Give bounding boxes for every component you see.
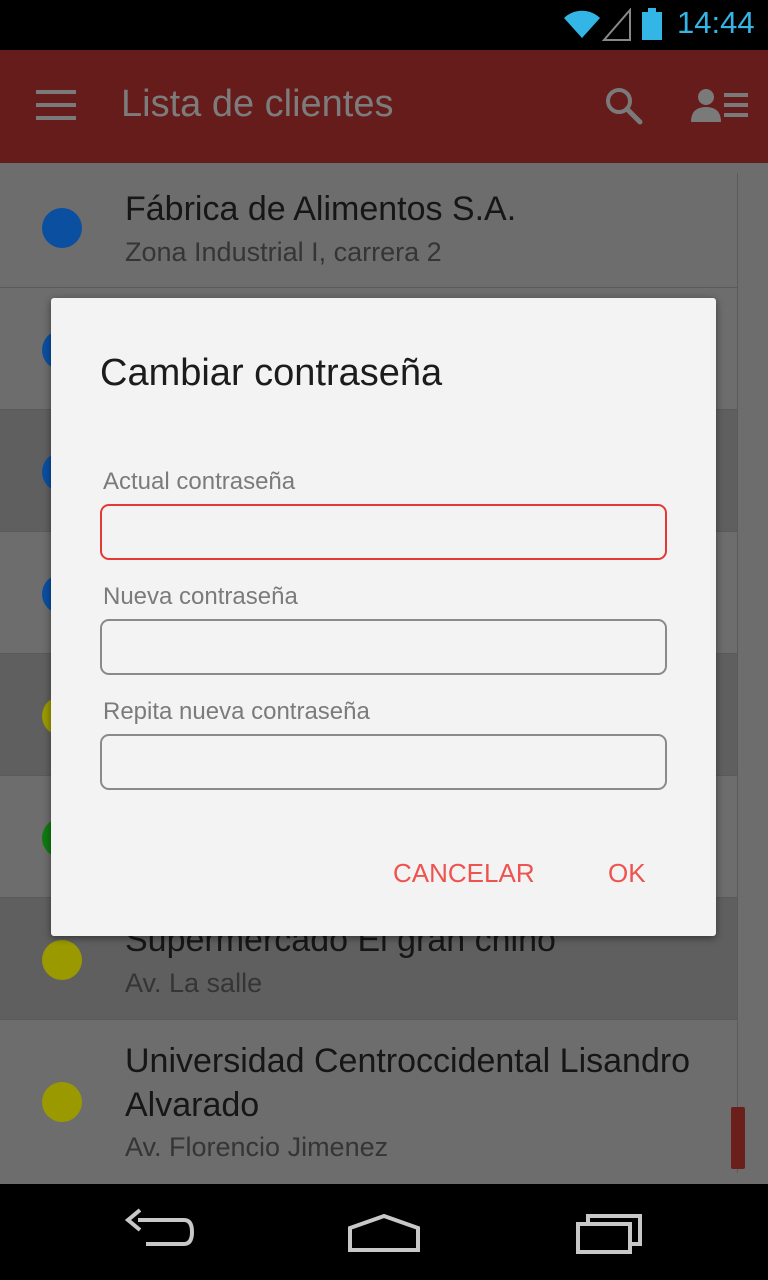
menu-icon[interactable] [36,88,76,122]
current-password-label: Actual contraseña [103,468,296,495]
change-password-dialog: Cambiar contraseña Actual contraseña Nue… [51,298,716,936]
page-title: Lista de clientes [121,83,394,125]
list-item[interactable]: Fábrica de Alimentos S.A. Zona Industria… [0,163,738,288]
dialog-title: Cambiar contraseña [100,352,443,394]
client-name: Fábrica de Alimentos S.A. [125,190,517,228]
clock: 14:44 [677,5,755,40]
search-icon[interactable] [604,86,644,126]
current-password-field[interactable] [100,504,667,560]
wifi-icon [564,10,600,39]
status-dot [42,208,82,248]
recents-icon[interactable] [574,1204,646,1260]
status-dot [42,940,82,980]
scroll-track [737,173,738,1173]
status-dot [42,1082,82,1122]
repeat-password-field[interactable] [100,734,667,790]
new-password-label: Nueva contraseña [103,583,298,610]
client-address: Av. La salle [125,968,263,998]
client-name: Universidad Centroccidental Lisandro Alv… [125,1042,691,1124]
nav-bar [0,1184,768,1280]
client-address: Av. Florencio Jimenez [125,1132,389,1162]
client-address: Zona Industrial I, carrera 2 [125,237,442,267]
status-bar: 14:44 [0,0,768,50]
back-icon[interactable] [124,1204,196,1260]
app-bar: Lista de clientes [0,50,768,163]
home-icon[interactable] [346,1204,422,1260]
cancel-button[interactable]: CANCELAR [393,858,535,889]
list-item[interactable]: Universidad Centroccidental Lisandro Alv… [0,1020,738,1184]
ok-button[interactable]: OK [608,858,646,889]
battery-icon [642,8,662,40]
signal-icon [602,8,631,41]
scrollbar[interactable] [731,1107,745,1169]
new-password-field[interactable] [100,619,667,675]
repeat-password-label: Repita nueva contraseña [103,698,370,725]
contacts-icon[interactable] [690,88,750,124]
